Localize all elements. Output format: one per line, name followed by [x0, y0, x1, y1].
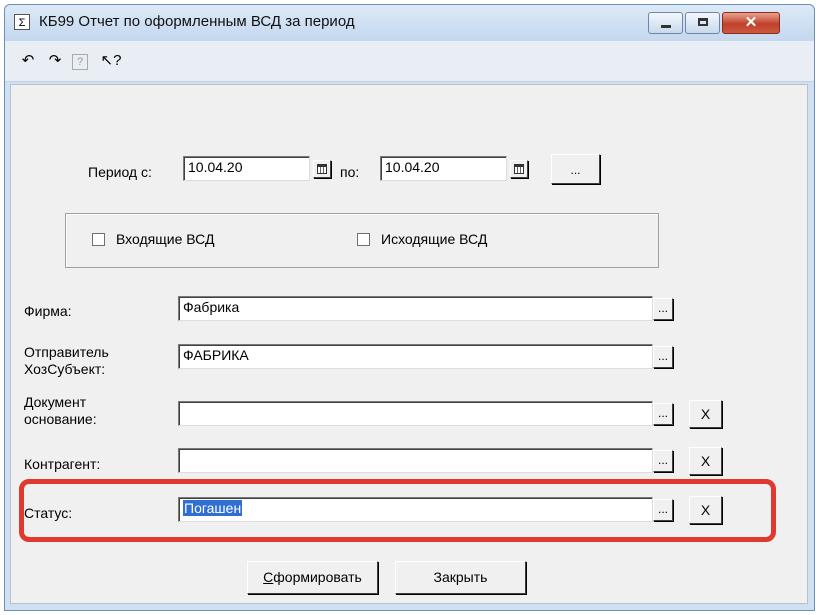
- counterparty-input[interactable]: [178, 448, 653, 473]
- ellipsis-label: ...: [570, 163, 581, 177]
- calendar-icon: [514, 164, 524, 174]
- close-button[interactable]: Закрыть: [395, 561, 526, 594]
- counterparty-clear-button[interactable]: X: [689, 447, 722, 475]
- incoming-vsd-checkbox[interactable]: [92, 233, 105, 246]
- document-label-line1: Документ: [24, 394, 87, 410]
- generate-button-label: формировать: [273, 569, 362, 585]
- period-to-label: по:: [340, 164, 360, 180]
- undo-icon[interactable]: ↶: [18, 51, 38, 71]
- firm-label: Фирма:: [24, 303, 72, 319]
- period-from-input[interactable]: 10.04.20: [183, 156, 310, 181]
- close-button-label: Закрыть: [433, 569, 488, 585]
- sender-label-line1: Отправитель: [24, 344, 109, 360]
- sender-select-button[interactable]: ...: [653, 346, 673, 368]
- maximize-icon: [698, 18, 708, 26]
- period-from-label: Период с:: [88, 164, 152, 180]
- ellipsis-label: ...: [657, 406, 668, 420]
- help-icon[interactable]: ?: [72, 54, 88, 70]
- close-icon: ✕: [744, 14, 758, 31]
- calendar-icon: [317, 164, 327, 174]
- title-bar[interactable]: Σ КБ99 Отчет по оформленным ВСД за перио…: [5, 5, 814, 41]
- incoming-vsd-label[interactable]: Входящие ВСД: [116, 231, 214, 247]
- document-select-button[interactable]: ...: [653, 403, 673, 425]
- document-clear-button[interactable]: X: [689, 400, 722, 428]
- maximize-button[interactable]: [685, 12, 720, 34]
- window-title: КБ99 Отчет по оформленным ВСД за период: [39, 13, 355, 30]
- ellipsis-label: ...: [657, 349, 668, 363]
- calendar-from-button[interactable]: [313, 160, 331, 178]
- generate-button[interactable]: Сформировать: [247, 561, 378, 594]
- outgoing-vsd-checkbox[interactable]: [357, 233, 370, 246]
- context-help-icon[interactable]: ↖?: [98, 51, 124, 71]
- generate-accel-key: С: [263, 569, 274, 585]
- ellipsis-label: ...: [657, 301, 668, 315]
- minimize-button[interactable]: [648, 12, 683, 34]
- period-select-button[interactable]: ...: [551, 154, 600, 184]
- status-row-highlight: [19, 479, 776, 542]
- close-window-button[interactable]: ✕: [722, 12, 780, 34]
- sender-label-line2: ХозСубъект:: [24, 361, 106, 377]
- app-sigma-icon[interactable]: Σ: [14, 14, 30, 30]
- counterparty-select-button[interactable]: ...: [653, 450, 673, 472]
- firm-select-button[interactable]: ...: [653, 298, 673, 320]
- sender-input[interactable]: ФАБРИКА: [178, 344, 653, 369]
- document-label-line2: основание:: [24, 411, 97, 427]
- calendar-to-button[interactable]: [510, 160, 528, 178]
- ellipsis-label: ...: [657, 453, 668, 467]
- clear-icon: X: [700, 453, 711, 469]
- toolbar: ↶ ↷ ? ↖?: [5, 41, 814, 82]
- firm-input[interactable]: Фабрика: [178, 296, 653, 321]
- document-input[interactable]: [178, 401, 653, 426]
- counterparty-label: Контрагент:: [24, 456, 101, 472]
- period-to-input[interactable]: 10.04.20: [380, 156, 507, 181]
- minimize-icon: [661, 25, 671, 28]
- clear-icon: X: [700, 406, 711, 422]
- outgoing-vsd-label[interactable]: Исходящие ВСД: [381, 231, 487, 247]
- redo-icon[interactable]: ↷: [45, 51, 65, 71]
- vsd-type-group: Входящие ВСД Исходящие ВСД: [65, 213, 659, 268]
